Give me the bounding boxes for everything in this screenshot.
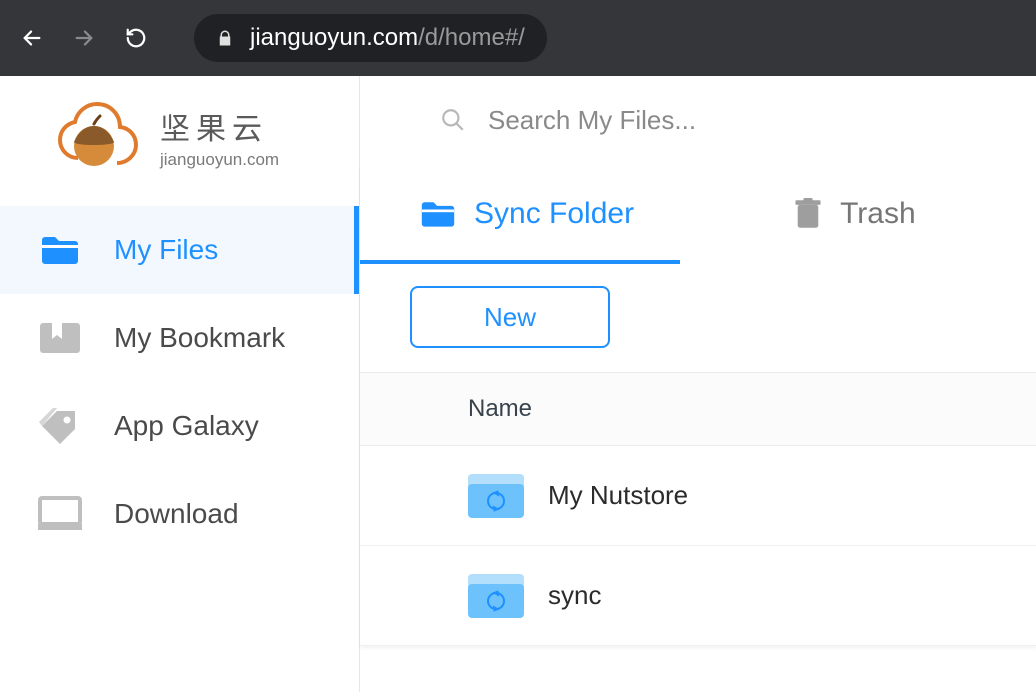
tab-label: Sync Folder [474, 197, 634, 231]
tab-trash[interactable]: Trash [784, 197, 926, 231]
logo-text-cn: 坚果云 [160, 104, 279, 148]
tab-sync-folder[interactable]: Sync Folder [410, 197, 644, 231]
monitor-icon [38, 492, 82, 536]
search-bar [360, 76, 1036, 164]
sidebar-item-app-galaxy[interactable]: App Galaxy [0, 382, 359, 470]
tag-icon [38, 404, 82, 448]
file-name: My Nutstore [548, 480, 688, 511]
sidebar-item-label: My Bookmark [114, 322, 285, 354]
folder-icon [420, 199, 456, 229]
file-name: sync [548, 580, 601, 611]
back-button[interactable] [20, 26, 44, 50]
lock-icon [216, 29, 234, 47]
logo-text-en: jianguoyun.com [160, 150, 279, 170]
tab-label: Trash [840, 197, 916, 231]
main-content: Sync Folder Trash New Name My Nutstore [360, 76, 1036, 692]
reload-button[interactable] [124, 26, 148, 50]
folder-icon [38, 228, 82, 272]
address-bar[interactable]: jianguoyun.com/d/home#/ [194, 14, 547, 62]
browser-chrome: jianguoyun.com/d/home#/ [0, 0, 1036, 76]
tabs: Sync Folder Trash [360, 164, 1036, 264]
search-icon [440, 107, 466, 133]
sidebar-item-label: My Files [114, 234, 218, 266]
column-header-name[interactable]: Name [360, 372, 1036, 446]
file-row[interactable]: sync [360, 546, 1036, 646]
nut-logo-icon [58, 102, 144, 172]
sidebar-item-my-bookmark[interactable]: My Bookmark [0, 294, 359, 382]
sidebar-item-my-files[interactable]: My Files [0, 206, 359, 294]
search-input[interactable] [488, 105, 908, 136]
bookmark-icon [38, 316, 82, 360]
sidebar-item-label: Download [114, 498, 239, 530]
sidebar: 坚果云 jianguoyun.com My Files My Bookmark … [0, 76, 360, 692]
file-row[interactable]: My Nutstore [360, 446, 1036, 546]
forward-button[interactable] [72, 26, 96, 50]
url-text: jianguoyun.com/d/home#/ [250, 24, 525, 52]
sync-folder-icon [468, 474, 524, 518]
brand-logo: 坚果云 jianguoyun.com [0, 76, 359, 206]
new-button[interactable]: New [410, 286, 610, 348]
sidebar-item-download[interactable]: Download [0, 470, 359, 558]
trash-icon [794, 198, 822, 230]
sidebar-item-label: App Galaxy [114, 410, 259, 442]
sync-folder-icon [468, 574, 524, 618]
